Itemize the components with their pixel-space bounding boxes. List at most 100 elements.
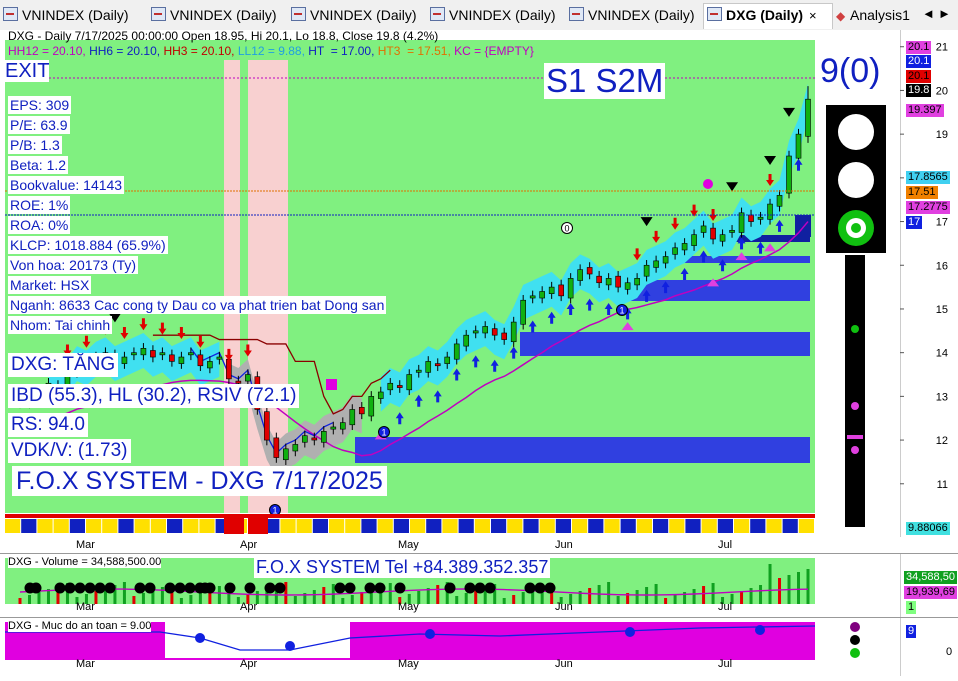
candle-body [264, 411, 270, 441]
candle-body [729, 229, 735, 233]
candle-body [719, 234, 726, 242]
candle-body [302, 435, 308, 443]
status-block [296, 519, 312, 533]
candle-body [169, 354, 175, 362]
volume-bar [179, 598, 183, 604]
status-block [183, 519, 199, 533]
volume-bar [122, 582, 126, 604]
candle-body [396, 385, 403, 388]
tab-vnindex-3[interactable]: VNINDEX (Daily) [288, 4, 426, 26]
month-label: Apr [240, 658, 258, 670]
volume-bar [588, 588, 592, 604]
event-marker-label: 0 [564, 224, 569, 234]
volume-spike-dot [444, 582, 456, 594]
candle-body [245, 374, 251, 382]
count-label: 9(0) [818, 52, 883, 90]
volume-spike-dot [184, 582, 196, 594]
chart-icon [151, 7, 166, 21]
candle-body [444, 356, 451, 364]
tab-label: Analysis1 [850, 7, 910, 23]
close-icon[interactable]: × [809, 8, 817, 23]
safety-panel[interactable]: DXG - Muc do an toan = 9.00 Mar Apr May … [0, 617, 900, 676]
scroll-left-icon[interactable]: ◄ [922, 6, 935, 21]
ht-price-label: 17 [906, 216, 923, 229]
volume-bar [293, 596, 297, 604]
candle-body [207, 361, 213, 369]
volume-spike-dot [474, 582, 486, 594]
month-label: Mar [76, 601, 95, 613]
status-block [685, 519, 701, 533]
tab-analysis[interactable]: ◆ Analysis1 [836, 4, 926, 26]
tab-bar: VNINDEX (Daily) VNINDEX (Daily) VNINDEX … [0, 0, 958, 31]
status-block [750, 519, 766, 533]
status-block [507, 519, 523, 533]
volume-spike-dot [524, 582, 536, 594]
event-marker-label: 1 [381, 428, 386, 438]
ht3-price-label: 17.51 [906, 186, 938, 199]
market-value: Market: HSX [8, 276, 92, 294]
candle-body [415, 369, 422, 373]
candle-body [321, 431, 327, 443]
volume-bar [436, 585, 440, 604]
status-block [523, 519, 539, 533]
tab-vnindex-1[interactable]: VNINDEX (Daily) [0, 4, 145, 26]
status-block [572, 519, 588, 533]
pe-value: P/E: 63.9 [8, 116, 70, 134]
candle-body [311, 437, 318, 441]
candle-body [520, 299, 526, 325]
ibd-values: IBD (55.3), HL (30.2), RSIV (72.1) [8, 384, 300, 408]
month-label: May [398, 658, 419, 670]
group-value: Nhom: Tai chinh [8, 316, 113, 334]
chart-icon [707, 7, 722, 21]
status-block [224, 514, 244, 534]
volume-spike-dot [264, 582, 276, 594]
month-label: Jul [718, 539, 733, 551]
scroll-right-icon[interactable]: ► [938, 6, 951, 21]
volume-spike-dot [394, 582, 406, 594]
volume-panel[interactable]: DXG - Volume = 34,588,500.00 F.O.X SYSTE… [0, 553, 900, 617]
volume-spike-dot [464, 582, 476, 594]
hh12-price-label: 20.1 [906, 41, 932, 54]
volume-spike-dot [134, 582, 146, 594]
downtrend-band [224, 60, 240, 513]
ma2-price-label: 17.2775 [906, 201, 950, 214]
chart-icon [3, 7, 18, 21]
volume-bar [692, 589, 696, 604]
tab-vnindex-2[interactable]: VNINDEX (Daily) [148, 4, 286, 26]
volume-bar [217, 586, 221, 604]
candle-body [634, 278, 640, 286]
candle-body [197, 354, 204, 367]
channel-price-label: 17.8565 [906, 171, 950, 184]
tab-dxg[interactable]: DXG (Daily) × [703, 3, 833, 29]
price-panel[interactable]: 1110 DXG - Daily 7/17/2025 00:00:00 Open… [0, 29, 900, 537]
volume-spike-dot [484, 582, 496, 594]
candle-body [681, 243, 688, 251]
tab-label: VNINDEX (Daily) [449, 7, 556, 23]
volume-bar [797, 572, 801, 604]
month-label: Jun [555, 539, 573, 551]
tab-vnindex-4[interactable]: VNINDEX (Daily) [427, 4, 565, 26]
volume-spike-dot [104, 582, 116, 594]
candle-body [216, 356, 223, 360]
volume-bar [616, 596, 620, 604]
candle-body [368, 396, 375, 417]
industry-value: Nganh: 8633 Cac cong ty Dau co va phat t… [8, 296, 387, 314]
volume-value-label: 34,588,50 [904, 571, 957, 584]
event-marker-label: 1 [619, 306, 624, 316]
candle-body [292, 444, 299, 452]
y-tick-label: 21 [936, 42, 948, 54]
candle-body [463, 334, 470, 347]
volume-bar [341, 598, 345, 604]
volume-bar [740, 591, 744, 604]
vdk-value: VDK/V: (1.73) [8, 439, 131, 463]
candle-body [805, 98, 811, 137]
status-block [555, 519, 571, 533]
status-block [717, 519, 733, 533]
volume-bar [635, 590, 639, 604]
candle-body [748, 214, 754, 222]
status-block [118, 519, 134, 533]
status-block [636, 519, 652, 533]
volume-bar [759, 585, 763, 604]
candle-body [283, 448, 289, 461]
tab-vnindex-5[interactable]: VNINDEX (Daily) [566, 4, 704, 26]
